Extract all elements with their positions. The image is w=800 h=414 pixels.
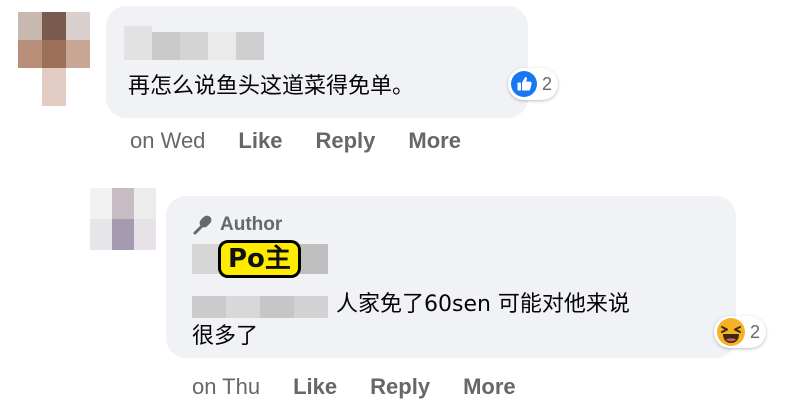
reply-time[interactable]: on Thu <box>192 374 260 400</box>
reply-text-line1: 人家免了60sen 可能对他来说 <box>336 292 630 317</box>
reply-button[interactable]: Reply <box>315 128 375 154</box>
reply-text-line2: 很多了 <box>192 324 259 349</box>
reply-button[interactable]: Reply <box>370 374 430 400</box>
reply-reaction-count: 2 <box>750 321 761 342</box>
like-button[interactable]: Like <box>293 374 337 400</box>
blurred-mention <box>192 296 328 318</box>
reply-avatar[interactable] <box>90 188 156 250</box>
reply-reaction[interactable]: 2 <box>714 316 767 348</box>
reply-actions: on Thu Like Reply More <box>192 374 516 400</box>
like-icon <box>511 71 537 97</box>
comment-bubble: 再怎么说鱼头这道菜得免单。 <box>106 6 528 118</box>
comment-actions: on Wed Like Reply More <box>130 128 461 154</box>
microphone-icon <box>193 215 212 235</box>
like-button[interactable]: Like <box>238 128 282 154</box>
reply-bubble: Author Po主 人家免了60sen 可能对他来说 很多了 <box>166 196 736 358</box>
blurred-username <box>124 26 264 60</box>
comment-text: 再怎么说鱼头这道菜得免单。 <box>128 74 415 99</box>
comment-reaction-count: 2 <box>542 73 553 94</box>
more-button[interactable]: More <box>408 128 461 154</box>
po-badge: Po主 <box>218 240 301 278</box>
comment-reaction[interactable]: 2 <box>508 68 559 100</box>
author-text: Author <box>220 214 283 235</box>
haha-icon <box>717 318 745 346</box>
comment-time[interactable]: on Wed <box>130 128 205 154</box>
avatar[interactable] <box>18 12 90 106</box>
more-button[interactable]: More <box>463 374 516 400</box>
author-label: Author <box>192 214 282 236</box>
